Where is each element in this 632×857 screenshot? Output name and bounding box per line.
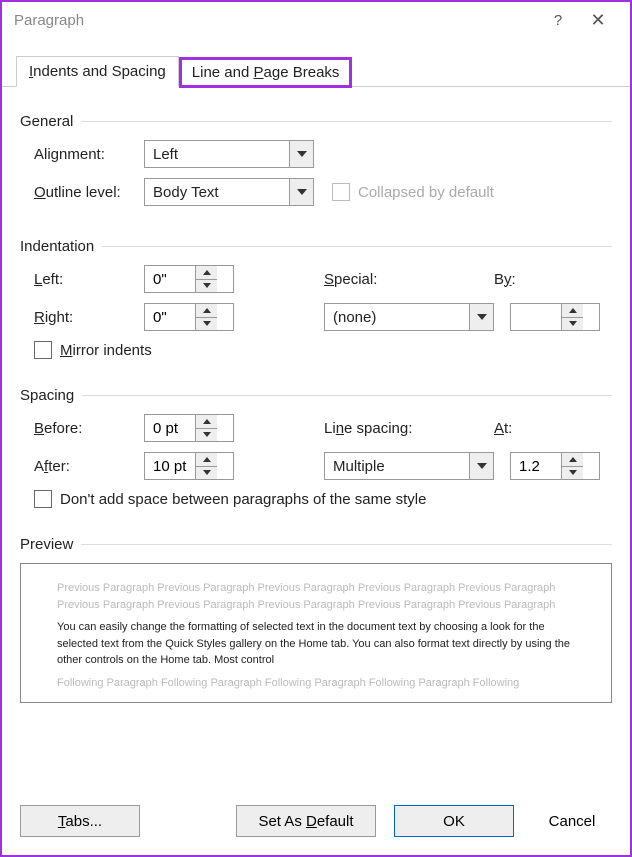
alignment-label: Alignment: — [34, 146, 144, 163]
titlebar: Paragraph ? ✕ — [2, 2, 630, 38]
mirror-indents-checkbox[interactable]: Mirror indents — [34, 341, 152, 359]
tab-indents-spacing[interactable]: Indents and Spacing — [16, 56, 179, 87]
spin-up-icon[interactable] — [196, 453, 217, 467]
left-indent-label: Left: — [34, 271, 144, 288]
preview-header: Preview — [20, 536, 73, 553]
spin-down-icon[interactable] — [196, 429, 217, 442]
paragraph-dialog: Paragraph ? ✕ Indents and Spacing Line a… — [0, 0, 632, 857]
tab-line-page-breaks[interactable]: Line and Page Breaks — [179, 57, 353, 88]
preview-previous: Previous Paragraph Previous Paragraph Pr… — [57, 580, 575, 613]
spin-down-icon[interactable] — [562, 318, 583, 331]
section-indentation: Indentation — [20, 238, 612, 255]
button-bar: Tabs... Set As Default OK Cancel — [2, 791, 630, 855]
set-default-button[interactable]: Set As Default — [236, 805, 376, 837]
special-combo[interactable]: (none) — [324, 303, 494, 331]
alignment-combo[interactable]: Left — [144, 140, 314, 168]
spinner-buttons[interactable] — [561, 453, 583, 479]
section-spacing: Spacing — [20, 387, 612, 404]
close-button[interactable]: ✕ — [578, 10, 618, 31]
spinner-buttons[interactable] — [195, 453, 217, 479]
chevron-down-icon[interactable] — [289, 141, 313, 167]
at-label: At: — [494, 420, 512, 437]
tab-strip: Indents and Spacing Line and Page Breaks — [2, 56, 630, 87]
section-preview: Preview — [20, 536, 612, 553]
before-label: Before: — [34, 420, 144, 437]
spinner-buttons[interactable] — [195, 415, 217, 441]
spinner-buttons[interactable] — [195, 304, 217, 330]
chevron-down-icon[interactable] — [289, 179, 313, 205]
at-spinner[interactable] — [510, 452, 600, 480]
general-header: General — [20, 113, 73, 130]
before-spinner[interactable] — [144, 414, 234, 442]
spin-down-icon[interactable] — [196, 280, 217, 293]
dialog-content: General Alignment: Left Outline level: B… — [2, 87, 630, 791]
spinner-buttons[interactable] — [195, 266, 217, 292]
spacing-header: Spacing — [20, 387, 74, 404]
indentation-header: Indentation — [20, 238, 94, 255]
help-button[interactable]: ? — [538, 12, 578, 29]
divider — [81, 121, 612, 122]
left-indent-spinner[interactable] — [144, 265, 234, 293]
spin-up-icon[interactable] — [196, 304, 217, 318]
spinner-buttons[interactable] — [561, 304, 583, 330]
section-general: General — [20, 113, 612, 130]
outline-combo[interactable]: Body Text — [144, 178, 314, 206]
outline-label: Outline level: — [34, 184, 144, 201]
line-spacing-combo[interactable]: Multiple — [324, 452, 494, 480]
dont-add-space-checkbox[interactable]: Don't add space between paragraphs of th… — [34, 490, 426, 508]
preview-box: Previous Paragraph Previous Paragraph Pr… — [20, 563, 612, 703]
collapsed-checkbox: Collapsed by default — [332, 183, 494, 201]
collapsed-label: Collapsed by default — [358, 184, 494, 201]
spin-up-icon[interactable] — [562, 304, 583, 318]
by-label: By: — [494, 271, 516, 288]
spin-up-icon[interactable] — [196, 415, 217, 429]
mirror-label: Mirror indents — [60, 342, 152, 359]
dont-add-label: Don't add space between paragraphs of th… — [60, 491, 426, 508]
right-indent-spinner[interactable] — [144, 303, 234, 331]
after-label: After: — [34, 458, 144, 475]
chevron-down-icon[interactable] — [469, 453, 493, 479]
spin-down-icon[interactable] — [196, 318, 217, 331]
special-label: Special: — [324, 271, 494, 288]
spin-down-icon[interactable] — [562, 467, 583, 480]
dialog-title: Paragraph — [14, 12, 538, 29]
right-indent-label: Right: — [34, 309, 144, 326]
divider — [81, 544, 612, 545]
spin-up-icon[interactable] — [562, 453, 583, 467]
by-spinner[interactable] — [510, 303, 600, 331]
after-spinner[interactable] — [144, 452, 234, 480]
preview-body: You can easily change the formatting of … — [57, 619, 575, 669]
checkbox-box — [332, 183, 350, 201]
spin-down-icon[interactable] — [196, 467, 217, 480]
checkbox-box[interactable] — [34, 341, 52, 359]
tabs-button[interactable]: Tabs... — [20, 805, 140, 837]
line-spacing-label: Line spacing: — [324, 420, 494, 437]
ok-button[interactable]: OK — [394, 805, 514, 837]
divider — [102, 246, 612, 247]
chevron-down-icon[interactable] — [469, 304, 493, 330]
cancel-button[interactable]: Cancel — [532, 805, 612, 837]
divider — [82, 395, 612, 396]
preview-following: Following Paragraph Following Paragraph … — [57, 675, 575, 692]
spin-up-icon[interactable] — [196, 266, 217, 280]
checkbox-box[interactable] — [34, 490, 52, 508]
